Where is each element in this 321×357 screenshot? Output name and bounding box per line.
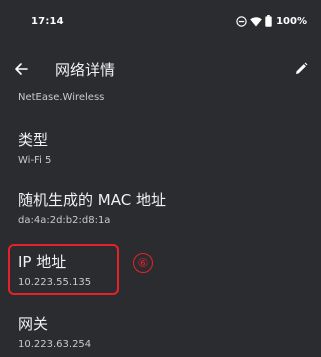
do-not-disturb-icon: [236, 15, 247, 27]
edit-button[interactable]: [290, 58, 312, 80]
list-item-gateway: 网关 10.223.63.254: [18, 313, 91, 350]
list-item-type: 类型 Wi-Fi 5: [18, 129, 51, 166]
battery-icon: [265, 15, 272, 27]
pencil-icon: [296, 62, 308, 74]
arrow-left-icon: [15, 63, 28, 75]
status-icons: 100%: [236, 14, 307, 28]
item-title: 网关: [18, 315, 49, 333]
item-value: Wi-Fi 5: [18, 155, 52, 166]
list-item-mac-address: 随机生成的 MAC 地址 da:4a:2d:b2:d8:1a: [18, 189, 166, 226]
item-title: 随机生成的 MAC 地址: [18, 191, 166, 209]
page-title: 网络详情: [55, 61, 116, 79]
status-bar: 17:14 100%: [0, 0, 321, 50]
status-time: 17:14: [31, 16, 64, 27]
wifi-icon: [250, 16, 262, 27]
network-details-screen: 17:14 100% 网络详情 NetEase.Wireless 类型 Wi-F…: [0, 0, 321, 357]
back-button[interactable]: [10, 58, 32, 80]
highlight-box: [8, 244, 119, 295]
step-marker: ⑥: [133, 253, 153, 273]
item-value: da:4a:2d:b2:d8:1a: [18, 215, 111, 226]
item-value: 10.223.63.254: [18, 339, 92, 350]
ssid-value: NetEase.Wireless: [18, 92, 105, 103]
app-bar: 网络详情: [0, 50, 321, 88]
item-title: 类型: [18, 131, 49, 149]
battery-percent: 100%: [276, 15, 307, 27]
